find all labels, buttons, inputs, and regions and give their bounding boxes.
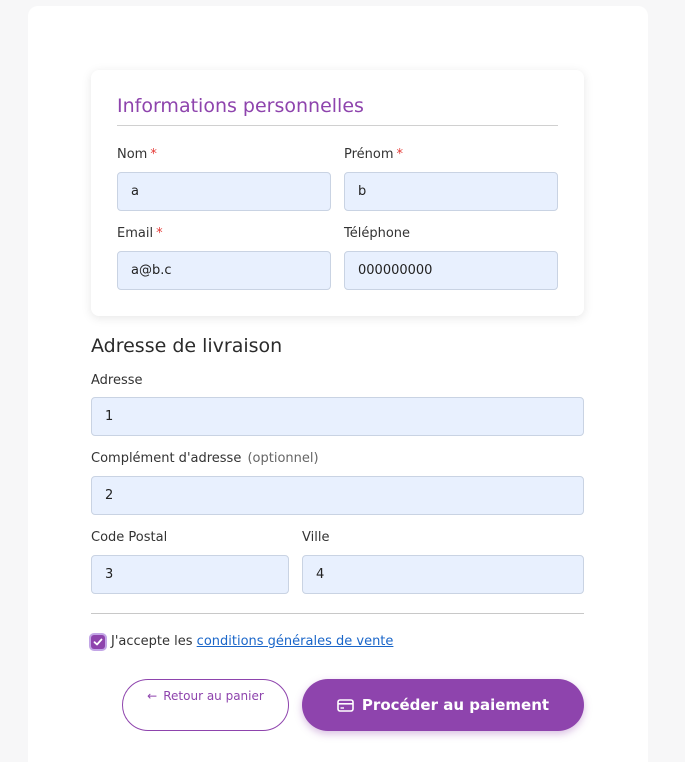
checkmark-icon [93,638,103,646]
back-to-cart-button[interactable]: ← Retour au panier [122,679,289,731]
delivery-address-title: Adresse de livraison [91,335,283,357]
prenom-label-text: Prénom [344,147,394,162]
nom-label-text: Nom [117,147,148,162]
proceed-to-payment-button[interactable]: Procéder au paiement [302,679,584,731]
complement-label: Complément d'adresse (optionnel) [91,451,319,466]
code-postal-label: Code Postal [91,530,168,545]
credit-card-icon [337,698,354,712]
back-to-cart-label: Retour au panier [163,689,264,703]
prenom-input[interactable] [344,172,558,211]
arrow-left-icon: ← [147,689,158,703]
optional-hint: (optionnel) [247,451,319,466]
personal-info-title: Informations personnelles [117,95,364,117]
email-label-text: Email [117,226,154,241]
personal-title-divider [117,125,558,126]
email-input[interactable] [117,251,331,290]
complement-label-text: Complément d'adresse [91,451,242,466]
ville-input[interactable] [302,555,584,594]
proceed-to-payment-label: Procéder au paiement [361,696,550,714]
terms-checkbox[interactable] [91,635,105,649]
required-marker: * [396,147,404,162]
nom-input[interactable] [117,172,331,211]
adresse-label: Adresse [91,373,143,388]
code-postal-input[interactable] [91,555,289,594]
prenom-label: Prénom * [344,147,403,162]
telephone-label: Téléphone [344,226,411,241]
terms-text: J'accepte les conditions générales de ve… [111,634,393,649]
email-label: Email * [117,226,163,241]
complement-input[interactable] [91,476,584,515]
required-marker: * [156,226,163,241]
adresse-input[interactable] [91,397,584,436]
terms-prefix: J'accepte les [111,634,193,649]
nom-label: Nom * [117,147,157,162]
terms-link[interactable]: conditions générales de vente [197,634,394,649]
telephone-input[interactable] [344,251,558,290]
ville-label: Ville [302,530,330,545]
required-marker: * [150,147,157,162]
form-divider [91,613,584,614]
